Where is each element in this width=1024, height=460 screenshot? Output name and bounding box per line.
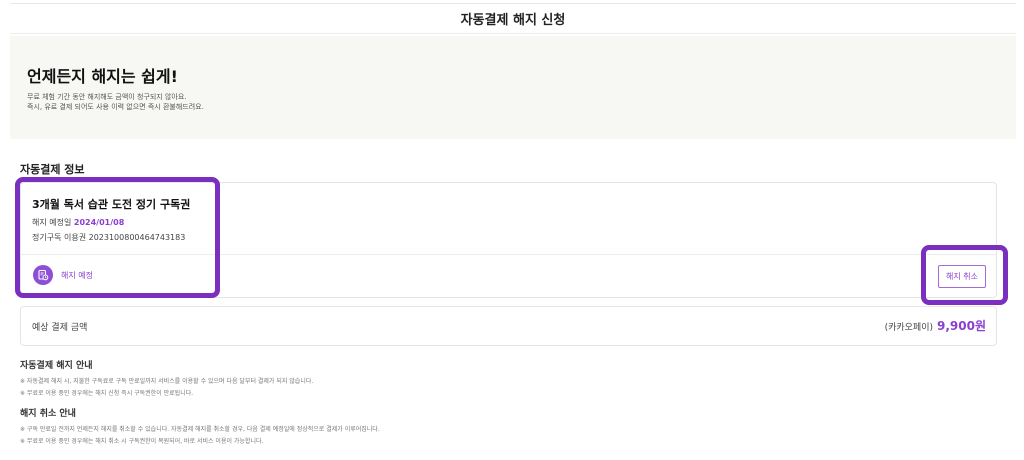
- autopay-notice-line: ※ 자동결제 해지 시, 지불한 구독료로 구독 만료일까지 서비스를 이용할 …: [20, 378, 314, 385]
- autopay-notice-title: 자동결제 해지 안내: [20, 361, 93, 371]
- autopay-section-title: 자동결제 정보: [20, 163, 85, 176]
- revoke-notice-line: ※ 무료로 이용 중인 경우에는 해지 취소 시 구독권한이 복원되어, 바로 …: [20, 438, 264, 445]
- payment-card: 예상 결제 금액 (카카오페이) 9,900원: [20, 306, 997, 346]
- hero-headline: 언제든지 해지는 쉽게!: [27, 67, 178, 86]
- payment-label: 예상 결제 금액: [32, 323, 88, 333]
- revoke-notice-title: 해지 취소 안내: [20, 409, 76, 419]
- hero-description-line: 즉시, 유료 결제 되어도 사용 이력 없으면 즉시 환불해드려요.: [27, 103, 204, 111]
- hero-description-line: 무료 체험 기간 동안 해지해도 금액이 청구되지 않아요.: [27, 93, 187, 101]
- page-header: 자동결제 해지 신청: [10, 3, 1016, 34]
- highlight-box-cancel-button: [921, 245, 1008, 305]
- page-title: 자동결제 해지 신청: [460, 13, 566, 28]
- payment-method: (카카오페이): [884, 323, 933, 333]
- autopay-notice-line: ※ 무료로 이용 중인 경우에는 해지 신청 즉시 구독권한이 만료됩니다.: [20, 390, 194, 397]
- payment-amount: 9,900원: [937, 319, 986, 333]
- highlight-box-subscription: [15, 177, 220, 298]
- payment-amount-row: (카카오페이) 9,900원: [885, 317, 986, 334]
- revoke-notice-line: ※ 구독 만료일 전까지 언제든지 해지를 취소할 수 있습니다. 자동결제 해…: [20, 426, 380, 433]
- hero-description: 무료 체험 기간 동안 해지해도 금액이 청구되지 않아요. 즉시, 유료 결제…: [27, 92, 204, 112]
- hero-banner: 언제든지 해지는 쉽게! 무료 체험 기간 동안 해지해도 금액이 청구되지 않…: [10, 36, 1016, 139]
